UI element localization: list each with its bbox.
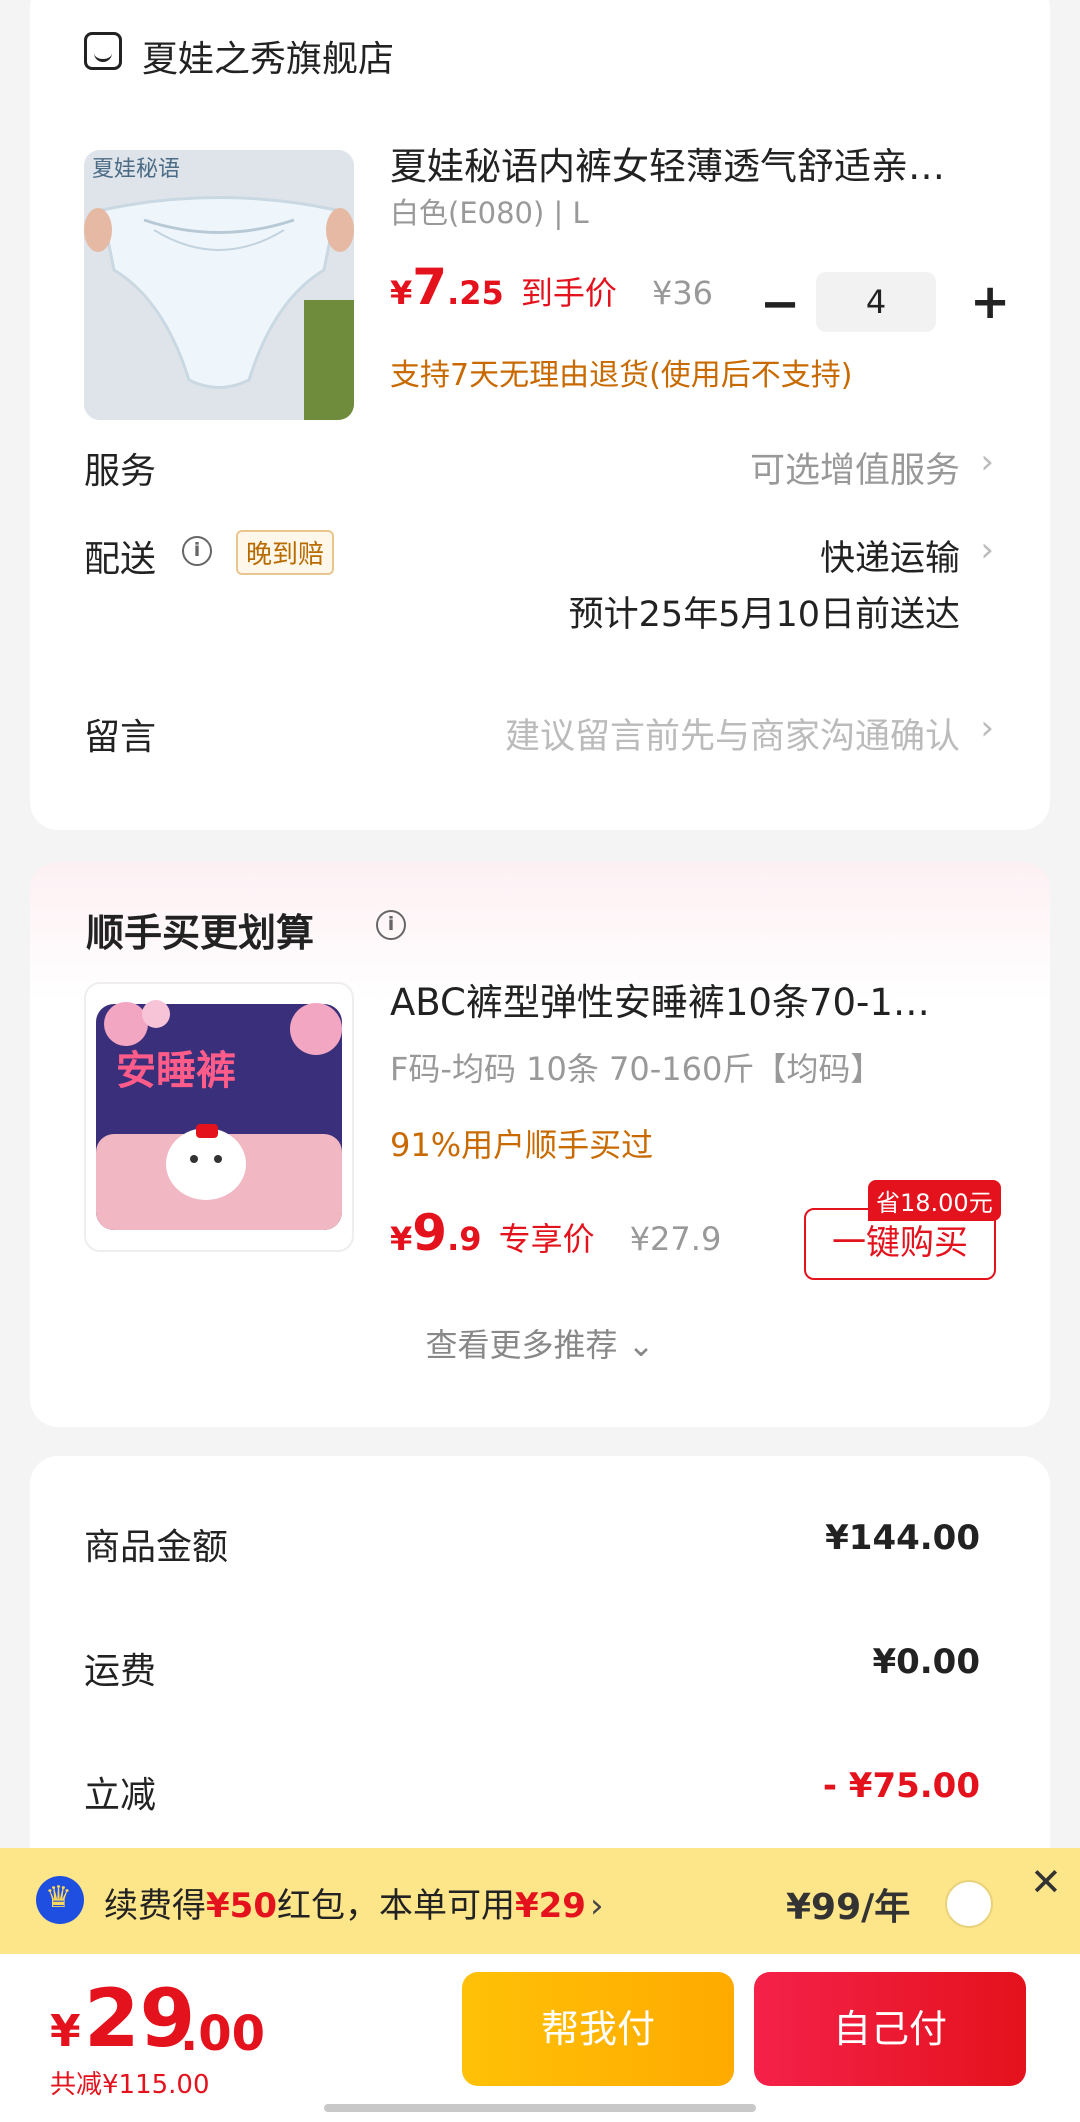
summary-shipping-label: 运费 <box>84 1651 157 1692</box>
message-chevron-icon[interactable]: › <box>980 708 994 748</box>
recommend-social-proof: 91%用户顺手买过 <box>390 1126 654 1164</box>
message-label: 留言 <box>84 717 157 758</box>
summary-discount-value: - ¥75.00 <box>822 1766 980 1806</box>
recommend-thumbnail[interactable]: 安睡裤 <box>84 982 354 1252</box>
rec-price-int: 9 <box>412 1204 448 1262</box>
order-item-card: 夏娃之秀旗舰店 夏娃秘语 夏娃秘语内裤女轻薄透气舒适亲… 白色(E080) | … <box>30 0 1050 830</box>
price-int: 7 <box>412 258 448 316</box>
promo-arrow-icon: › <box>589 1886 604 1926</box>
delivery-label: 配送 <box>84 539 157 580</box>
price-dec: .25 <box>447 274 504 312</box>
thumb-brand-text: 夏娃秘语 <box>92 157 180 182</box>
service-chevron-icon[interactable]: › <box>980 442 994 482</box>
delivery-eta: 预计25年5月10日前送达 <box>568 595 960 635</box>
package-text: 安睡裤 <box>116 1048 236 1094</box>
membership-promo-bar[interactable]: 续费得¥50红包，本单可用¥29› ¥99/年 ✕ <box>0 1848 1080 1954</box>
store-name[interactable]: 夏娃之秀旗舰店 <box>142 30 394 82</box>
promo-select-radio[interactable] <box>945 1880 993 1928</box>
sleep-pants-package-image: 安睡裤 <box>96 1000 342 1230</box>
service-label: 服务 <box>84 451 157 492</box>
return-policy: 支持7天无理由退货(使用后不支持) <box>390 358 853 393</box>
product-price: ¥7.25 到手价 ¥36 <box>390 258 713 316</box>
summary-subtotal-value: ¥144.00 <box>825 1518 980 1558</box>
help-pay-button[interactable]: 帮我付 <box>462 1972 734 2086</box>
product-variant[interactable]: 白色(E080) | L <box>390 190 589 232</box>
product-title[interactable]: 夏娃秘语内裤女轻薄透气舒适亲… <box>390 136 1010 190</box>
promo-text-1: 续费得 <box>104 1886 206 1926</box>
delivery-chevron-icon[interactable]: › <box>980 530 994 570</box>
more-recommendations-link[interactable]: 查看更多推荐 ⌄ <box>30 1320 1050 1366</box>
save-amount-badge: 省18.00元 <box>868 1180 1001 1221</box>
checkout-bar: ¥ 29 .00 共减¥115.00 帮我付 自己付 <box>0 1954 1080 2122</box>
total-int: 29 <box>84 1972 196 2065</box>
store-icon <box>84 32 122 70</box>
quantity-input[interactable]: 4 <box>816 272 936 332</box>
quantity-plus-button[interactable]: + <box>970 278 1010 326</box>
promo-amount-1: ¥50 <box>206 1886 277 1926</box>
recommend-info-icon[interactable]: i <box>376 910 406 940</box>
underwear-image: 夏娃秘语 <box>84 150 354 420</box>
rec-price-label: 专享价 <box>498 1220 595 1258</box>
service-value[interactable]: 可选增值服务 <box>750 442 960 493</box>
summary-shipping-value: ¥0.00 <box>872 1642 980 1682</box>
price-yen: ¥ <box>390 274 413 312</box>
total-saved: 共减¥115.00 <box>50 2070 210 2100</box>
summary-discount-label: 立减 <box>84 1775 157 1816</box>
product-thumbnail[interactable]: 夏娃秘语 <box>84 150 354 420</box>
price-label: 到手价 <box>520 274 617 312</box>
promo-close-icon[interactable]: ✕ <box>1030 1860 1062 1904</box>
message-input[interactable]: 建议留言前先与商家沟通确认 <box>505 708 960 759</box>
recommend-item-title[interactable]: ABC裤型弹性安睡裤10条70-1… <box>390 972 1010 1026</box>
recommend-card: 顺手买更划算 i 安睡裤 ABC裤型弹性安睡裤10条70-1… F码-均码 10… <box>30 862 1050 1427</box>
promo-text-2: 红包，本单可用 <box>276 1886 515 1926</box>
promo-text[interactable]: 续费得¥50红包，本单可用¥29 › <box>104 1878 604 1927</box>
rec-price-yen: ¥ <box>390 1220 413 1258</box>
total-yen: ¥ <box>50 2006 81 2057</box>
summary-subtotal-label: 商品金额 <box>84 1527 229 1568</box>
promo-price: ¥99/年 <box>786 1887 911 1928</box>
recommend-price: ¥9.9 专享价 ¥27.9 <box>390 1204 721 1262</box>
late-compensation-badge: 晚到赔 <box>236 530 335 575</box>
rec-price-dec: .9 <box>447 1220 482 1258</box>
home-indicator[interactable] <box>324 2104 756 2112</box>
crown-icon <box>36 1876 84 1924</box>
self-pay-button[interactable]: 自己付 <box>754 1972 1026 2086</box>
promo-amount-2: ¥29 <box>514 1886 586 1926</box>
quantity-minus-button[interactable]: − <box>760 280 800 328</box>
total-dec: .00 <box>180 2006 266 2062</box>
rec-original-price: ¥27.9 <box>629 1220 722 1258</box>
delivery-method[interactable]: 快递运输 <box>820 530 960 581</box>
recommend-title: 顺手买更划算 <box>86 911 315 955</box>
original-price: ¥36 <box>651 274 714 312</box>
delivery-info-icon[interactable]: i <box>182 536 212 566</box>
recommend-item-variant[interactable]: F码-均码 10条 70-160斤【均码】 <box>390 1044 882 1090</box>
